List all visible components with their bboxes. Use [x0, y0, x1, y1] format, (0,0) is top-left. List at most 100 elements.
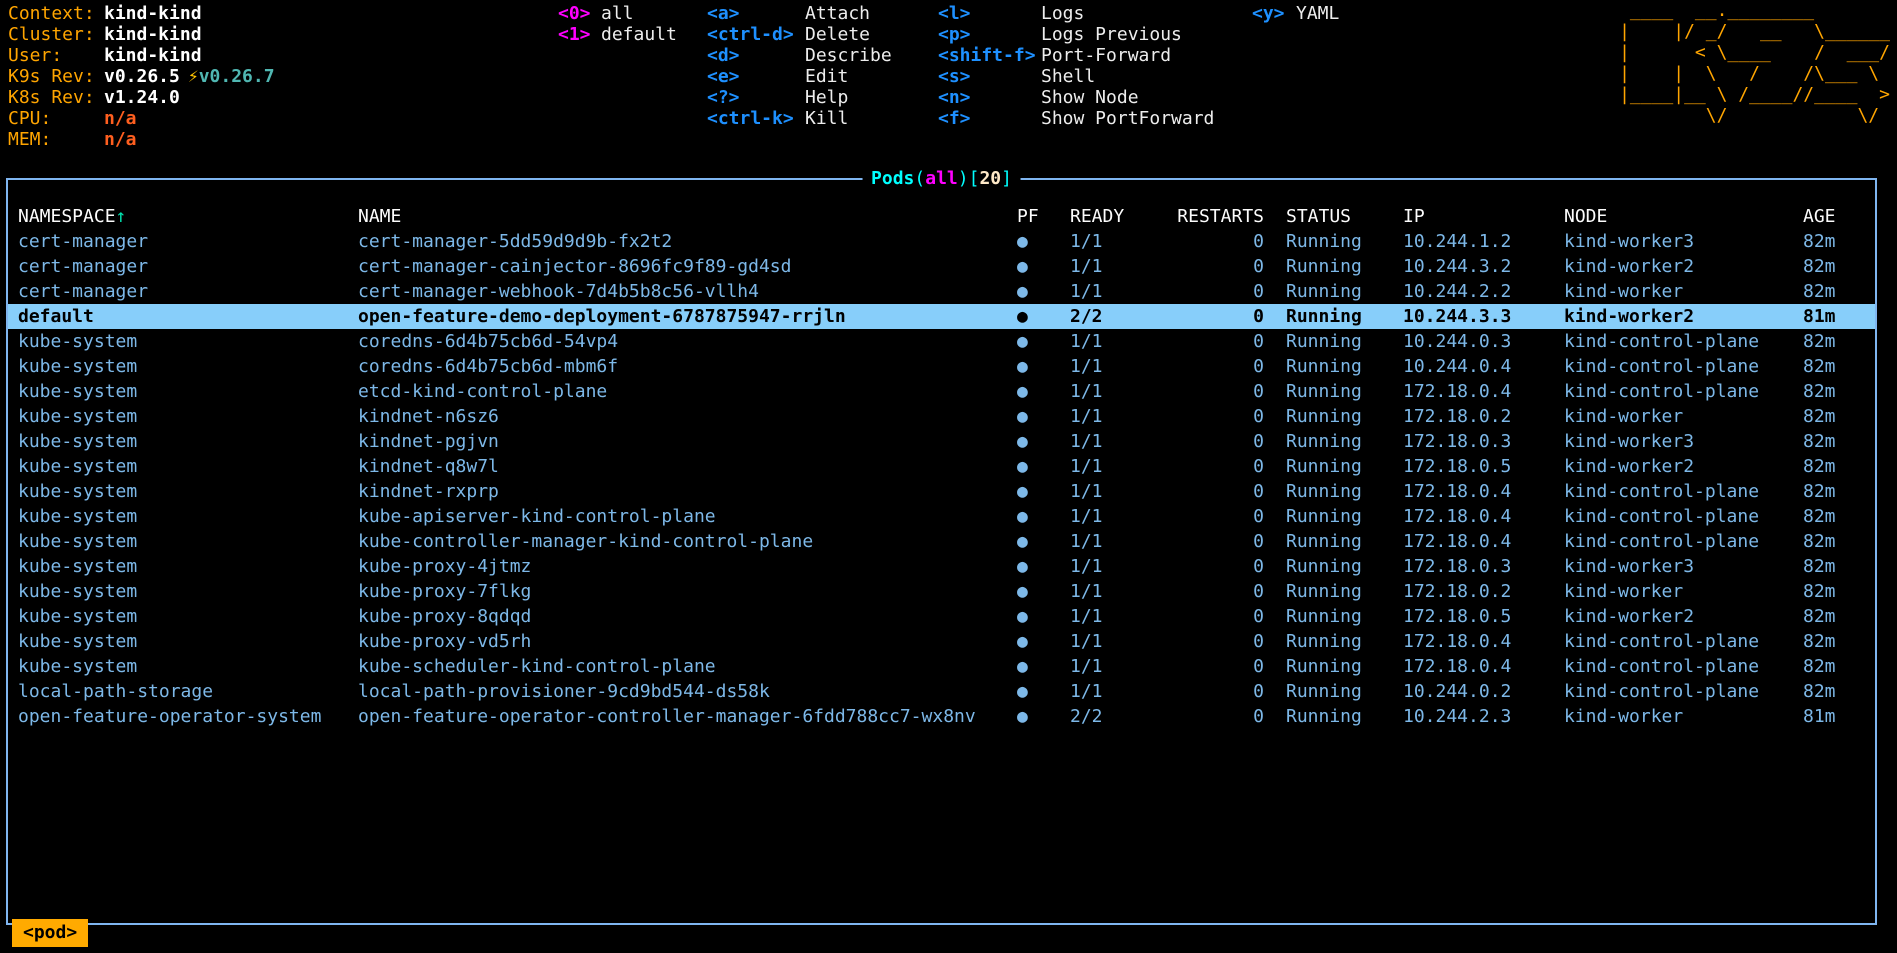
info-label: Cluster:	[8, 24, 104, 45]
hotkey-key: <a>	[707, 3, 805, 24]
cell-name: kindnet-pgjvn	[358, 429, 1017, 454]
hotkey-item[interactable]: <shift-f>Port-Forward	[938, 45, 1214, 66]
cell-name: cert-manager-5dd59d9d9b-fx2t2	[358, 229, 1017, 254]
hotkey-item[interactable]: <f>Show PortForward	[938, 108, 1214, 129]
table-title-count: 20	[979, 168, 1001, 189]
table-row[interactable]: cert-managercert-manager-5dd59d9d9b-fx2t…	[8, 229, 1875, 254]
cell-ip: 10.244.2.3	[1403, 704, 1564, 729]
cell-node: kind-control-plane	[1564, 329, 1803, 354]
cell-node: kind-control-plane	[1564, 529, 1803, 554]
cell-ready: 1/1	[1070, 429, 1177, 454]
cell-namespace: kube-system	[18, 504, 358, 529]
cell-status: Running	[1286, 454, 1403, 479]
cell-namespace: kube-system	[18, 554, 358, 579]
cell-ready: 1/1	[1070, 554, 1177, 579]
cell-node: kind-control-plane	[1564, 479, 1803, 504]
table-row[interactable]: kube-systemkube-proxy-7flkg●1/10Running1…	[8, 579, 1875, 604]
hotkey-label: default	[601, 24, 677, 45]
table-row[interactable]: open-feature-operator-systemopen-feature…	[8, 704, 1875, 729]
hotkey-key: <f>	[938, 108, 1041, 129]
cell-namespace: kube-system	[18, 629, 358, 654]
table-row[interactable]: kube-systemkube-proxy-4jtmz●1/10Running1…	[8, 554, 1875, 579]
cell-pf: ●	[1017, 454, 1070, 479]
hotkey-item[interactable]: <e>Edit	[707, 66, 892, 87]
hotkey-item[interactable]: <?>Help	[707, 87, 892, 108]
cell-restarts: 0	[1177, 479, 1286, 504]
cell-age: 82m	[1803, 604, 1875, 629]
table-row[interactable]: defaultopen-feature-demo-deployment-6787…	[8, 304, 1875, 329]
cell-age: 81m	[1803, 704, 1875, 729]
hotkey-key: <ctrl-k>	[707, 108, 805, 129]
cell-pf: ●	[1017, 479, 1070, 504]
cell-ip: 10.244.3.3	[1403, 304, 1564, 329]
table-row[interactable]: local-path-storagelocal-path-provisioner…	[8, 679, 1875, 704]
cell-pf: ●	[1017, 229, 1070, 254]
sort-arrow-icon: ↑	[116, 206, 127, 227]
cell-name: kube-proxy-4jtmz	[358, 554, 1017, 579]
table-row[interactable]: kube-systemetcd-kind-control-plane●1/10R…	[8, 379, 1875, 404]
table-row[interactable]: kube-systemkube-proxy-8qdqd●1/10Running1…	[8, 604, 1875, 629]
hotkey-key: <e>	[707, 66, 805, 87]
info-row: CPU:n/a	[8, 108, 275, 129]
k9s-logo: ____ __.________ | |/ _/ __ \______ | < …	[1619, 0, 1890, 126]
cell-node: kind-control-plane	[1564, 679, 1803, 704]
table-row[interactable]: cert-managercert-manager-webhook-7d4b5b8…	[8, 279, 1875, 304]
action-hotkeys-col1: <a>Attach<ctrl-d>Delete<d>Describe<e>Edi…	[707, 3, 892, 129]
table-row[interactable]: kube-systemkube-apiserver-kind-control-p…	[8, 504, 1875, 529]
cell-node: kind-worker	[1564, 279, 1803, 304]
cell-status: Running	[1286, 679, 1403, 704]
cell-pf: ●	[1017, 279, 1070, 304]
table-row[interactable]: kube-systemkube-proxy-vd5rh●1/10Running1…	[8, 629, 1875, 654]
cell-restarts: 0	[1177, 504, 1286, 529]
hotkey-key: <n>	[938, 87, 1041, 108]
cell-pf: ●	[1017, 679, 1070, 704]
cell-pf: ●	[1017, 429, 1070, 454]
table-row[interactable]: kube-systemkindnet-rxprp●1/10Running172.…	[8, 479, 1875, 504]
cell-restarts: 0	[1177, 379, 1286, 404]
cell-name: kindnet-rxprp	[358, 479, 1017, 504]
cell-name: local-path-provisioner-9cd9bd544-ds58k	[358, 679, 1017, 704]
table-row[interactable]: kube-systemkube-controller-manager-kind-…	[8, 529, 1875, 554]
table-title-paren: )	[958, 168, 969, 189]
hotkey-item[interactable]: <y>YAML	[1252, 3, 1339, 24]
hotkey-item[interactable]: <ctrl-d>Delete	[707, 24, 892, 45]
cell-status: Running	[1286, 554, 1403, 579]
cell-namespace: default	[18, 304, 358, 329]
hotkey-item[interactable]: <d>Describe	[707, 45, 892, 66]
cell-ready: 1/1	[1070, 629, 1177, 654]
info-value: v1.24.0	[104, 87, 180, 108]
table-row[interactable]: kube-systemcoredns-6d4b75cb6d-mbm6f●1/10…	[8, 354, 1875, 379]
cell-namespace: kube-system	[18, 654, 358, 679]
hotkey-item[interactable]: <s>Shell	[938, 66, 1214, 87]
table-row[interactable]: kube-systemkindnet-n6sz6●1/10Running172.…	[8, 404, 1875, 429]
table-row[interactable]: kube-systemkindnet-q8w7l●1/10Running172.…	[8, 454, 1875, 479]
table-row[interactable]: kube-systemcoredns-6d4b75cb6d-54vp4●1/10…	[8, 329, 1875, 354]
table-row[interactable]: cert-managercert-manager-cainjector-8696…	[8, 254, 1875, 279]
cell-ready: 2/2	[1070, 704, 1177, 729]
cell-status: Running	[1286, 254, 1403, 279]
namespace-hotkeys: <0>all<1>default	[558, 3, 677, 45]
hotkey-item[interactable]: <ctrl-k>Kill	[707, 108, 892, 129]
hotkey-item[interactable]: <a>Attach	[707, 3, 892, 24]
hotkey-key: <d>	[707, 45, 805, 66]
cell-node: kind-worker3	[1564, 429, 1803, 454]
hotkey-item[interactable]: <l>Logs	[938, 3, 1214, 24]
column-header-namespace: NAMESPACE↑	[18, 204, 358, 229]
table-row[interactable]: kube-systemkube-scheduler-kind-control-p…	[8, 654, 1875, 679]
cell-name: kube-apiserver-kind-control-plane	[358, 504, 1017, 529]
cell-ready: 1/1	[1070, 479, 1177, 504]
cell-status: Running	[1286, 604, 1403, 629]
crumb-pod[interactable]: <pod>	[12, 919, 88, 947]
table-row[interactable]: kube-systemkindnet-pgjvn●1/10Running172.…	[8, 429, 1875, 454]
cell-age: 82m	[1803, 554, 1875, 579]
cell-ready: 1/1	[1070, 529, 1177, 554]
cell-restarts: 0	[1177, 704, 1286, 729]
hotkey-key: <y>	[1252, 3, 1296, 24]
hotkey-item[interactable]: <0>all	[558, 3, 677, 24]
hotkey-item[interactable]: <n>Show Node	[938, 87, 1214, 108]
hotkey-label: Logs Previous	[1041, 24, 1182, 45]
hotkey-item[interactable]: <p>Logs Previous	[938, 24, 1214, 45]
cell-age: 82m	[1803, 229, 1875, 254]
column-header-node: NODE	[1564, 204, 1803, 229]
hotkey-item[interactable]: <1>default	[558, 24, 677, 45]
